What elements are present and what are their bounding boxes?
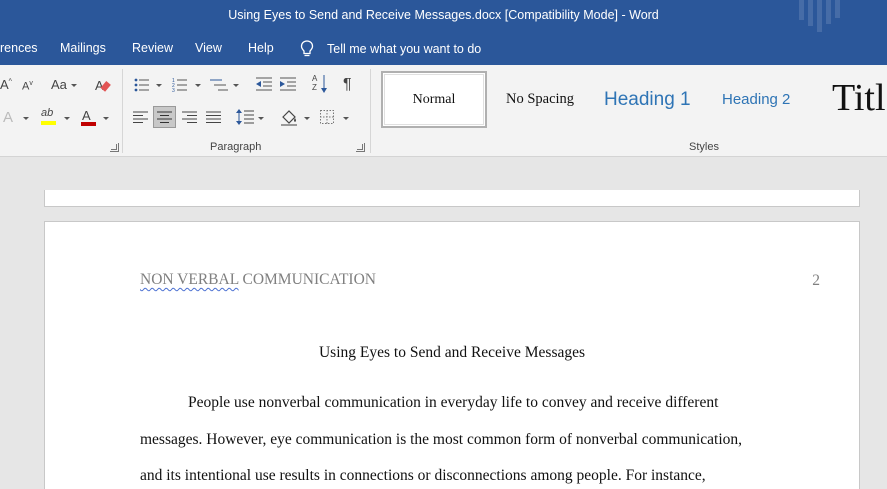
- document-title: Using Eyes to Send and Receive Messages: [318, 344, 586, 361]
- tab-review[interactable]: Review: [132, 41, 173, 55]
- text-effects-dropdown-icon[interactable]: [23, 117, 29, 120]
- highlight-swatch: [41, 121, 56, 125]
- change-case-button[interactable]: Aa: [51, 78, 67, 91]
- style-normal-label: Normal: [412, 91, 456, 107]
- font-color-dropdown-icon[interactable]: [103, 117, 109, 120]
- decrease-indent-button[interactable]: [256, 77, 272, 91]
- paragraph-line: messages. However, eye communication is …: [140, 431, 743, 448]
- styles-group-label: Styles: [689, 141, 719, 153]
- window-title: Using Eyes to Send and Receive Messages.…: [228, 8, 659, 22]
- borders-button[interactable]: [320, 110, 334, 124]
- style-title[interactable]: Titl: [832, 69, 886, 126]
- tell-me-text: Tell me what you want to do: [327, 42, 482, 56]
- numbering-dropdown-icon[interactable]: [195, 84, 201, 87]
- sort-arrow-icon: [321, 75, 327, 93]
- tab-view[interactable]: View: [195, 41, 222, 55]
- svg-text:A: A: [95, 78, 104, 92]
- running-header: NON VERBAL COMMUNICATION: [140, 271, 376, 289]
- clear-formatting-button[interactable]: A: [95, 78, 111, 92]
- ribbon-tabs: rences Mailings Review View Help Tell me…: [0, 32, 887, 65]
- highlight-dropdown-icon[interactable]: [64, 117, 70, 120]
- paragraph-dialog-launcher-icon[interactable]: [356, 143, 365, 152]
- styles-gallery: Normal No Spacing Heading 1 Heading 2 Ti…: [380, 71, 887, 133]
- align-right-button[interactable]: [182, 111, 197, 123]
- align-center-button[interactable]: [153, 106, 176, 128]
- paragraph-line: People use nonverbal communication in ev…: [188, 394, 719, 411]
- paragraph-group-label: Paragraph: [210, 141, 262, 153]
- sort-button[interactable]: A Z: [312, 74, 328, 94]
- change-case-dropdown-icon[interactable]: [71, 84, 77, 87]
- grow-font-button[interactable]: A^: [0, 78, 12, 91]
- multilevel-list-button[interactable]: [210, 77, 228, 92]
- previous-page-bottom: [44, 190, 860, 207]
- title-bar-decoration: [795, 0, 865, 32]
- highlight-color-button[interactable]: ab: [40, 108, 58, 126]
- lightbulb-icon: [300, 40, 314, 57]
- ribbon: A^ Av Aa A A ab A 1 2 3 A Z ¶ Paragraph …: [0, 65, 887, 157]
- shrink-font-button[interactable]: Av: [22, 80, 33, 93]
- shading-dropdown-icon[interactable]: [304, 117, 310, 120]
- style-no-spacing[interactable]: No Spacing: [506, 71, 574, 128]
- increase-indent-button[interactable]: [280, 77, 296, 91]
- tell-me-box[interactable]: Tell me what you want to do: [300, 38, 481, 60]
- font-color-button[interactable]: A: [80, 108, 98, 126]
- font-dialog-launcher-icon[interactable]: [110, 143, 119, 152]
- align-center-icon: [157, 111, 172, 123]
- line-spacing-dropdown-icon[interactable]: [258, 117, 264, 120]
- tab-references[interactable]: rences: [0, 41, 38, 55]
- paragraph-line: and its intentional use results in conne…: [140, 467, 706, 484]
- title-bar: Using Eyes to Send and Receive Messages.…: [0, 0, 887, 32]
- font-color-swatch: [81, 122, 96, 126]
- header-word-nonverbal: NON VERBAL: [140, 271, 239, 288]
- group-separator: [370, 69, 371, 153]
- style-normal[interactable]: Normal: [381, 71, 487, 128]
- tab-help[interactable]: Help: [248, 41, 274, 55]
- line-spacing-button[interactable]: [236, 109, 254, 125]
- style-heading-1[interactable]: Heading 1: [604, 71, 691, 128]
- page-number: 2: [812, 272, 820, 289]
- bullets-dropdown-icon[interactable]: [156, 84, 162, 87]
- tab-mailings[interactable]: Mailings: [60, 41, 106, 55]
- document-page[interactable]: NON VERBAL COMMUNICATION 2 Using Eyes to…: [44, 221, 860, 489]
- borders-dropdown-icon[interactable]: [343, 117, 349, 120]
- align-left-button[interactable]: [133, 111, 148, 123]
- group-separator: [122, 69, 123, 153]
- bullets-button[interactable]: [134, 78, 150, 92]
- multilevel-dropdown-icon[interactable]: [233, 84, 239, 87]
- text-effects-button[interactable]: A: [3, 110, 13, 125]
- show-formatting-marks-button[interactable]: ¶: [343, 77, 352, 93]
- shading-button[interactable]: [280, 108, 298, 126]
- numbering-button[interactable]: 1 2 3: [172, 77, 188, 92]
- style-heading-2[interactable]: Heading 2: [722, 71, 790, 128]
- svg-text:3: 3: [172, 88, 175, 92]
- header-word-communication: COMMUNICATION: [238, 271, 376, 288]
- justify-button[interactable]: [206, 111, 221, 123]
